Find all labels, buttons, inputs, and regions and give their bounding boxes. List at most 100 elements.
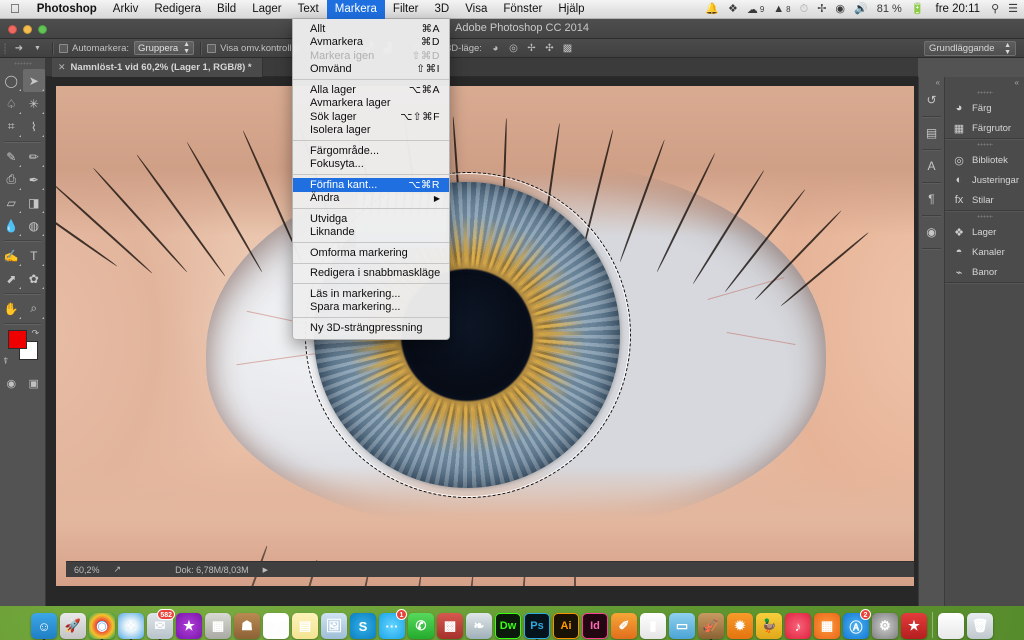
menu-item-avmarkera[interactable]: Avmarkera ⌘D: [293, 36, 449, 50]
notification-center-icon[interactable]: ☰: [1008, 3, 1018, 15]
history-panel-icon[interactable]: ↺: [919, 88, 944, 112]
eraser-tool[interactable]: ▱: [0, 191, 23, 214]
menu-bild[interactable]: Bild: [209, 0, 244, 19]
toolbox-grip[interactable]: [0, 58, 45, 69]
menu-bar-clock[interactable]: fre 20:11: [934, 3, 983, 15]
dock-item-dreamweaver[interactable]: Dw: [494, 611, 522, 639]
chevron-down-icon[interactable]: ▼: [32, 41, 43, 56]
panel-grip[interactable]: [945, 139, 1024, 150]
zoom-3d-icon[interactable]: ▩: [560, 41, 575, 56]
dock-item-garageband[interactable]: 🎻: [697, 611, 725, 640]
menu-3d[interactable]: 3D: [426, 0, 457, 19]
panel-item-kanaler[interactable]: ◓ Kanaler: [945, 242, 1024, 262]
panel-item-stilar[interactable]: fx Stilar: [945, 190, 1024, 210]
image-canvas[interactable]: 60,2% ↗ Dok: 6,78M/8,03M ▶: [56, 86, 914, 586]
minimize-window-button[interactable]: [23, 25, 32, 34]
menu-item-utvidga[interactable]: Utvidga: [293, 212, 449, 226]
hand-tool[interactable]: ✋: [0, 297, 23, 320]
dock-item-facetime[interactable]: ✆: [407, 611, 435, 639]
dock-item-skype[interactable]: S: [349, 611, 377, 639]
collapse-panels-icon[interactable]: «: [936, 78, 940, 87]
panel-item-bibliotek[interactable]: ◎ Bibliotek: [945, 150, 1024, 170]
menu-item-f-rgomr-de[interactable]: Färgområde...: [293, 144, 449, 158]
menu-item-redigera-i-snabbmaskl-ge[interactable]: Redigera i snabbmaskläge: [293, 267, 449, 281]
menu-lager[interactable]: Lager: [244, 0, 289, 19]
default-colors-icon[interactable]: ⍒: [3, 356, 8, 367]
dock-item-ibooks[interactable]: ▦: [813, 611, 841, 639]
menu-arkiv[interactable]: Arkiv: [105, 0, 147, 19]
menu-filter[interactable]: Filter: [385, 0, 427, 19]
menu-item-avmarkera-lager[interactable]: Avmarkera lager: [293, 97, 449, 111]
dock-item-launchpad[interactable]: 🚀: [59, 611, 87, 639]
close-window-button[interactable]: [8, 25, 17, 34]
menu-text[interactable]: Text: [290, 0, 327, 19]
dock-item-itunes[interactable]: ♪: [784, 611, 812, 639]
collapse-panels-icon[interactable]: «: [1015, 78, 1019, 87]
pan-3d-icon[interactable]: ✢: [524, 41, 539, 56]
menu-item--ndra[interactable]: Ändra ▶: [293, 192, 449, 206]
roll-3d-icon[interactable]: ◎: [506, 41, 521, 56]
panel-grip[interactable]: [945, 87, 1024, 98]
dock-item-calendar[interactable]: 2: [262, 611, 290, 639]
share-icon[interactable]: ↗: [114, 564, 122, 575]
custom-shape-tool[interactable]: ✿: [23, 267, 46, 290]
status-zoom-level[interactable]: 60,2%: [74, 565, 100, 575]
history-brush-tool[interactable]: ✒: [23, 168, 46, 191]
swap-colors-icon[interactable]: ↷: [31, 328, 39, 339]
dock-item-messages[interactable]: ··· 1: [378, 609, 407, 639]
menu-item-isolera-lager[interactable]: Isolera lager: [293, 124, 449, 138]
menu-f-nster[interactable]: Fönster: [495, 0, 550, 19]
menu-item-alla-lager[interactable]: Alla lager ⌥⌘A: [293, 83, 449, 97]
dock-item-mail[interactable]: ✉ 582: [146, 609, 175, 640]
move-tool[interactable]: ➤: [22, 69, 45, 92]
dock-item-iphoto[interactable]: ❧: [465, 611, 493, 639]
dock-item-google-chrome[interactable]: ◉: [88, 611, 116, 640]
dock-item-imovie[interactable]: ★: [175, 611, 203, 639]
auto-select-checkbox[interactable]: [59, 43, 68, 53]
dodge-tool[interactable]: ◍: [23, 214, 46, 237]
dock-item-finder[interactable]: ☺: [30, 611, 58, 640]
path-selection-tool[interactable]: ⬈: [0, 267, 23, 290]
apple-menu-icon[interactable]: : [0, 0, 29, 19]
dock-item-contacts[interactable]: ☗: [233, 611, 261, 639]
auto-select-dropdown[interactable]: Gruppera ▲ ▼: [134, 41, 195, 55]
orbit-3d-icon[interactable]: ◕: [488, 41, 503, 56]
quick-mask-icon[interactable]: ◉: [0, 374, 23, 393]
zoom-window-button[interactable]: [38, 25, 47, 34]
dock-item-preview[interactable]: 🖼: [320, 611, 348, 639]
foreground-color-swatch[interactable]: [8, 330, 27, 349]
vpn-icon[interactable]: ✢: [817, 3, 826, 15]
menu-hj-lp[interactable]: Hjälp: [550, 0, 592, 19]
creative-cloud-icon[interactable]: ☁ 9: [747, 3, 764, 16]
chevron-right-icon[interactable]: ▶: [263, 566, 268, 574]
lasso-tool[interactable]: ♤: [0, 92, 23, 115]
blur-tool[interactable]: 💧: [0, 214, 23, 237]
adobe-icon[interactable]: ▲ 8: [773, 3, 790, 15]
menu-item-ny-3d-str-ngpressning[interactable]: Ny 3D-strängpressning: [293, 321, 449, 335]
menu-visa[interactable]: Visa: [457, 0, 495, 19]
eyedropper-tool[interactable]: ⌇: [23, 115, 46, 138]
color-wheel-panel-icon[interactable]: ◉: [919, 220, 944, 244]
battery-icon[interactable]: 🔋: [911, 3, 925, 15]
menu-item-fokusyta[interactable]: Fokusyta...: [293, 158, 449, 172]
move-tool-icon[interactable]: ➜: [9, 41, 29, 56]
canvas-area[interactable]: 60,2% ↗ Dok: 6,78M/8,03M ▶: [46, 77, 918, 606]
brush-tool[interactable]: ✏: [23, 145, 46, 168]
dock-item-system-preferences[interactable]: ⚙: [871, 611, 899, 639]
crop-tool[interactable]: ⌗: [0, 115, 23, 138]
menu-item-s-k-lager[interactable]: Sök lager ⌥⇧⌘F: [293, 110, 449, 124]
dock-item-safari[interactable]: ✧: [117, 611, 145, 640]
clone-stamp-tool[interactable]: ⎙: [0, 168, 23, 191]
menu-item-l-s-in-markering[interactable]: Läs in markering...: [293, 287, 449, 301]
panel-item-justeringar[interactable]: ◐ Justeringar: [945, 170, 1024, 190]
gradient-tool[interactable]: ◨: [23, 191, 46, 214]
menu-item-omv-nd[interactable]: Omvänd ⇧⌘I: [293, 63, 449, 77]
dock-item-notes[interactable]: ▤: [291, 611, 319, 639]
wifi-icon[interactable]: ◉: [835, 3, 845, 15]
elliptical-marquee-tool[interactable]: ◯: [0, 69, 23, 92]
workspace-switcher[interactable]: Grundläggande ▲ ▼: [924, 41, 1016, 56]
menu-markera[interactable]: Markera: [326, 0, 385, 19]
screen-mode-icon[interactable]: ▣: [23, 374, 46, 393]
menu-item-spara-markering[interactable]: Spara markering...: [293, 301, 449, 315]
dropbox-icon[interactable]: ❖: [728, 3, 738, 15]
